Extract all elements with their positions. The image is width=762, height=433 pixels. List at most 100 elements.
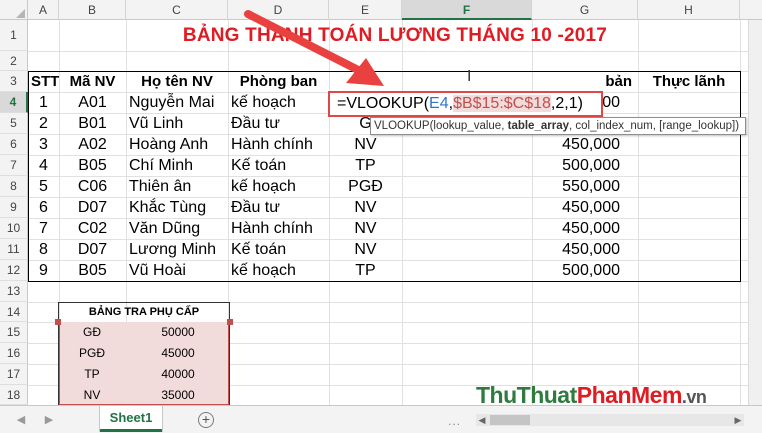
cell-phong-ban[interactable]: Đầu tư (228, 197, 329, 218)
prev-sheet-icon[interactable]: ◀ (14, 413, 28, 427)
column-header-d[interactable]: D (228, 0, 329, 20)
row-header-4[interactable]: 4 (0, 92, 28, 113)
row-header-14[interactable]: 14 (0, 302, 28, 322)
cell-luong[interactable]: 450,000 (532, 218, 638, 239)
row-header-3[interactable]: 3 (0, 71, 28, 92)
cell-phong-ban[interactable]: Hành chính (228, 218, 329, 239)
spreadsheet-grid[interactable]: A B C D E F G H 1 2 3 4 5 6 7 8 9 10 11 … (0, 0, 762, 405)
cell-phong-ban[interactable]: Đầu tư (228, 113, 329, 134)
column-header-c[interactable]: C (126, 0, 228, 20)
cell-chuc-vu[interactable]: PGĐ (329, 176, 402, 197)
cell-ma-nv[interactable]: B05 (59, 260, 126, 281)
cell-luong[interactable]: 450,000 (532, 197, 638, 218)
cell-stt[interactable]: 5 (28, 176, 59, 197)
formula-edit-box[interactable]: =VLOOKUP(E4,$B$15:$C$18,2,1) (328, 91, 603, 117)
cell-stt[interactable]: 2 (28, 113, 59, 134)
header-phong-ban[interactable]: Phòng ban (228, 71, 329, 92)
cell-phong-ban[interactable]: kế hoạch (228, 176, 329, 197)
row-header-7[interactable]: 7 (0, 155, 28, 176)
range-handle-tr[interactable] (227, 319, 233, 325)
add-sheet-icon[interactable]: + (198, 412, 214, 428)
cell-ma-nv[interactable]: C06 (59, 176, 126, 197)
lookup-key-cell[interactable]: NV (58, 385, 126, 405)
lookup-value-cell[interactable]: 45000 (126, 343, 230, 364)
column-header-g[interactable]: G (532, 0, 638, 20)
cell-ho-ten[interactable]: Thiên ân (126, 176, 228, 197)
row-header-18[interactable]: 18 (0, 385, 28, 405)
next-sheet-icon[interactable]: ▶ (42, 413, 56, 427)
cell-ma-nv[interactable]: A02 (59, 134, 126, 155)
cell-ho-ten[interactable]: Nguyễn Mai (126, 92, 228, 113)
cell-ho-ten[interactable]: Lương Minh (126, 239, 228, 260)
scroll-left-icon[interactable]: ◀ (476, 414, 488, 426)
lookup-key-cell[interactable]: GĐ (58, 322, 126, 343)
cell-ho-ten[interactable]: Khắc Tùng (126, 197, 228, 218)
cell-luong[interactable]: 450,000 (532, 134, 638, 155)
column-header-b[interactable]: B (59, 0, 126, 20)
lookup-key-cell[interactable]: PGĐ (58, 343, 126, 364)
cell-stt[interactable]: 7 (28, 218, 59, 239)
cell-phong-ban[interactable]: kế hoạch (228, 260, 329, 281)
column-header-a[interactable]: A (28, 0, 59, 20)
cell-stt[interactable]: 9 (28, 260, 59, 281)
cell-ho-ten[interactable]: Hoàng Anh (126, 134, 228, 155)
sheet-tab-sheet1[interactable]: Sheet1 (100, 406, 162, 432)
row-header-8[interactable]: 8 (0, 176, 28, 197)
header-stt[interactable]: STT (28, 71, 59, 92)
header-ma-nv[interactable]: Mã NV (59, 71, 126, 92)
cell-chuc-vu[interactable]: NV (329, 197, 402, 218)
lookup-key-cell[interactable]: TP (58, 364, 126, 385)
header-thuc-lanh[interactable]: Thực lãnh (638, 71, 740, 92)
cell-ma-nv[interactable]: D07 (59, 197, 126, 218)
row-header-12[interactable]: 12 (0, 260, 28, 281)
cell-luong[interactable]: 500,000 (532, 260, 638, 281)
scroll-right-icon[interactable]: ▶ (732, 414, 744, 426)
cell-chuc-vu[interactable]: NV (329, 134, 402, 155)
cell-phong-ban[interactable]: kế hoạch (228, 92, 329, 113)
cell-ma-nv[interactable]: B01 (59, 113, 126, 134)
cell-luong[interactable]: 500,000 (532, 155, 638, 176)
row-header-13[interactable]: 13 (0, 281, 28, 302)
row-header-6[interactable]: 6 (0, 134, 28, 155)
cell-stt[interactable]: 1 (28, 92, 59, 113)
function-tooltip[interactable]: VLOOKUP(lookup_value, table_array, col_i… (370, 117, 746, 135)
cell-ma-nv[interactable]: B05 (59, 155, 126, 176)
cell-ho-ten[interactable]: Chí Minh (126, 155, 228, 176)
cell-stt[interactable]: 6 (28, 197, 59, 218)
range-handle-tl[interactable] (55, 319, 61, 325)
cell-ma-nv[interactable]: A01 (59, 92, 126, 113)
cell-ma-nv[interactable]: C02 (59, 218, 126, 239)
select-all-corner[interactable] (0, 0, 28, 20)
column-header-f[interactable]: F (402, 0, 532, 20)
cell-luong[interactable]: 450,000 (532, 239, 638, 260)
cell-chuc-vu[interactable]: NV (329, 239, 402, 260)
cell-phong-ban[interactable]: Hành chính (228, 134, 329, 155)
column-header-e[interactable]: E (329, 0, 402, 20)
horizontal-scroll-thumb[interactable] (490, 415, 530, 425)
header-luong[interactable]: bản (532, 71, 638, 92)
row-header-16[interactable]: 16 (0, 343, 28, 364)
horizontal-scrollbar[interactable]: ◀ ▶ (476, 414, 744, 426)
lookup-table-title[interactable]: BẢNG TRA PHỤ CẤP (58, 302, 230, 322)
vertical-scrollbar[interactable] (748, 20, 762, 405)
cell-ho-ten[interactable]: Vũ Hoài (126, 260, 228, 281)
lookup-value-cell[interactable]: 50000 (126, 322, 230, 343)
cell-luong[interactable]: 550,000 (532, 176, 638, 197)
row-header-17[interactable]: 17 (0, 364, 28, 385)
cell-ho-ten[interactable]: Vũ Linh (126, 113, 228, 134)
column-header-h[interactable]: H (638, 0, 740, 20)
row-header-9[interactable]: 9 (0, 197, 28, 218)
cell-ma-nv[interactable]: D07 (59, 239, 126, 260)
row-header-11[interactable]: 11 (0, 239, 28, 260)
cell-chuc-vu[interactable]: TP (329, 155, 402, 176)
row-header-5[interactable]: 5 (0, 113, 28, 134)
lookup-value-cell[interactable]: 40000 (126, 364, 230, 385)
row-header-1[interactable]: 1 (0, 20, 28, 51)
cell-ho-ten[interactable]: Văn Dũng (126, 218, 228, 239)
lookup-value-cell[interactable]: 35000 (126, 385, 230, 405)
row-header-2[interactable]: 2 (0, 51, 28, 71)
row-header-10[interactable]: 10 (0, 218, 28, 239)
cell-stt[interactable]: 3 (28, 134, 59, 155)
header-ho-ten[interactable]: Họ tên NV (126, 71, 228, 92)
cell-stt[interactable]: 4 (28, 155, 59, 176)
